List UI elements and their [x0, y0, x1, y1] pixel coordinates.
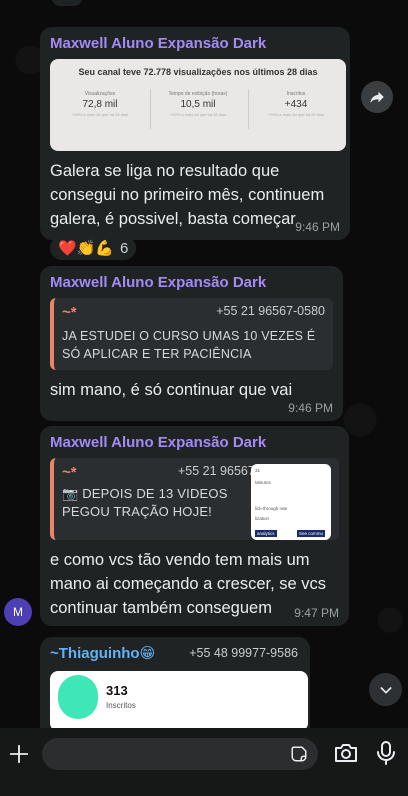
thumb-text: lick-through rate [255, 506, 288, 511]
stat-value: +434 [284, 99, 308, 110]
sender-name[interactable]: ~Thiaguinho😁 [50, 645, 155, 662]
quote-text: 📷 DEPOIS DE 13 VIDEOS PEGOU TRAÇÃO HOJE! [62, 486, 228, 519]
subscriber-label: Inscritos [106, 701, 136, 710]
message-time: 9:47 PM [294, 606, 339, 620]
thumb-text: analytics [255, 530, 277, 537]
thumb-text: lization [255, 516, 270, 521]
thumb-text: See commu [297, 530, 326, 537]
quote-phone: +55 21 96567-0580 [216, 304, 325, 318]
message-bubble[interactable]: Maxwell Aluno Expansão Dark ~* +55 21 96… [40, 426, 349, 626]
sender-name[interactable]: Maxwell Aluno Expansão Dark [50, 274, 333, 292]
stat-subscribers: Inscritos +434 +99% a mais do que há 28 … [248, 91, 344, 117]
stat-label: Tempo de exibição (horas) [168, 91, 228, 97]
quote-thumbnail: 31 Minutos lick-through rate lization an… [251, 464, 331, 540]
message-composer [0, 728, 408, 796]
message-bubble[interactable]: ~Thiaguinho😁 +55 48 99977-9586 313 Inscr… [40, 637, 310, 728]
chevron-down-icon [380, 686, 391, 693]
scroll-down-button[interactable] [369, 673, 402, 706]
microphone-icon [377, 741, 395, 765]
sticker-icon[interactable] [290, 745, 308, 763]
message-bubble[interactable]: Maxwell Aluno Expansão Dark Seu canal te… [40, 27, 350, 240]
stat-value: 72,8 mil [82, 99, 118, 110]
blurred-avatar [58, 675, 98, 719]
sender-name[interactable]: Maxwell Aluno Expansão Dark [50, 35, 340, 53]
stat-sub: +99% a mais do que há 28 dias [71, 112, 129, 117]
message-text: sim mano, é só continuar que vai [50, 381, 293, 399]
subscriber-count: 313 [106, 683, 128, 698]
image-title: Seu canal teve 72.778 visualizações nos … [78, 67, 318, 77]
forward-icon [370, 91, 384, 103]
message-time: 9:46 PM [288, 401, 333, 415]
stat-sub: +99% a mais do que há 28 dias [267, 112, 325, 117]
camera-button[interactable] [333, 741, 359, 770]
quote-text: JA ESTUDEI O CURSO UMAS 10 VEZES É SÓ AP… [62, 329, 316, 361]
stat-sub: +99% a mais do que há 28 dias [169, 112, 227, 117]
reaction-count: 6 [120, 239, 129, 257]
stat-watch-time: Tempo de exibição (horas) 10,5 mil +99% … [150, 91, 246, 117]
microphone-button[interactable] [376, 740, 396, 771]
thumb-text: Minutos [255, 480, 271, 485]
reactions-bar[interactable]: ❤️👏💪 6 [50, 236, 137, 260]
reaction-emojis: ❤️👏💪 [58, 240, 115, 257]
thumb-text: 31 [255, 468, 261, 473]
attach-button[interactable] [5, 740, 33, 768]
sender-name[interactable]: Maxwell Aluno Expansão Dark [50, 434, 339, 452]
stat-views: Visualizações 72,8 mil +99% a mais do qu… [52, 91, 148, 117]
message-input[interactable] [42, 738, 318, 770]
shared-image[interactable]: Seu canal teve 72.778 visualizações nos … [50, 59, 346, 151]
camera-icon [335, 744, 357, 762]
stat-value: 10,5 mil [180, 99, 216, 110]
quoted-message[interactable]: ~* +55 21 96567-0580 📷 DEPOIS DE 13 VIDE… [50, 458, 339, 540]
forward-button[interactable] [361, 81, 393, 113]
quoted-message[interactable]: ~* +55 21 96567-0580 JA ESTUDEI O CURSO … [50, 298, 333, 370]
sender-phone: +55 48 99977-9586 [189, 646, 298, 660]
previous-message-stub [52, 0, 82, 6]
plus-icon [9, 744, 29, 764]
message-bubble[interactable]: Maxwell Aluno Expansão Dark ~* +55 21 96… [40, 266, 343, 421]
stat-label: Inscritos [286, 91, 306, 97]
chat-area[interactable]: Maxwell Aluno Expansão Dark Seu canal te… [0, 0, 408, 728]
message-time: 9:46 PM [295, 220, 340, 234]
avatar[interactable]: M [4, 598, 32, 626]
shared-image[interactable]: 313 Inscritos [50, 671, 308, 728]
stat-label: Visualizações [84, 91, 116, 97]
